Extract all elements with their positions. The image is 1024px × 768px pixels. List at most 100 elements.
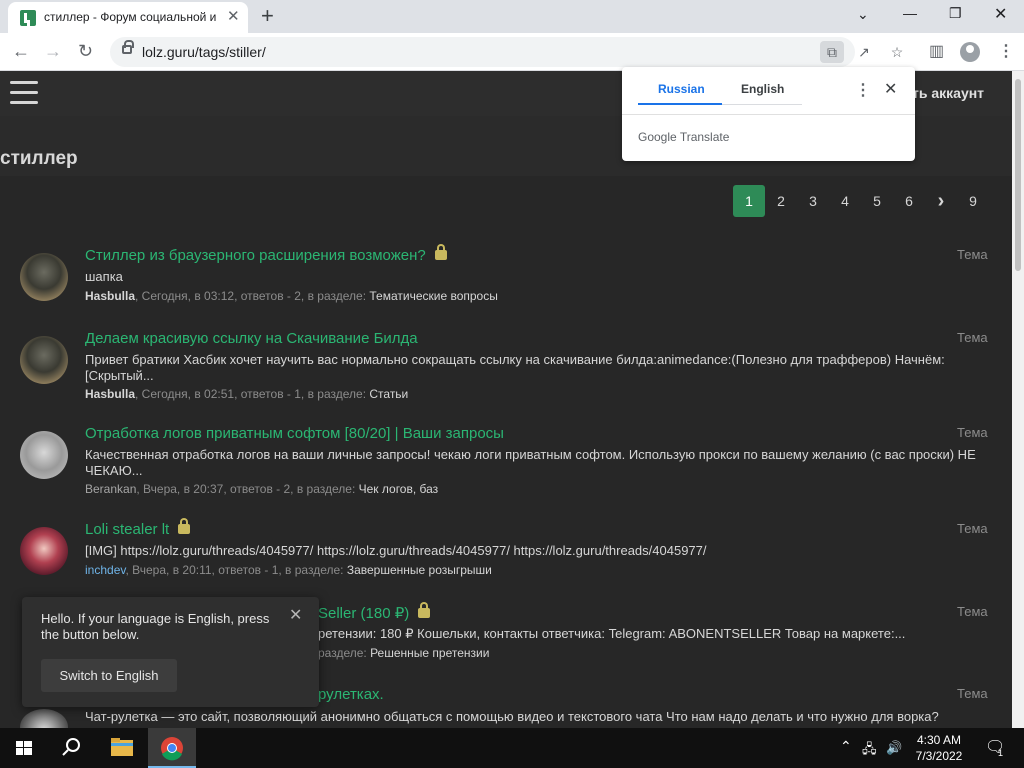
thread-author[interactable]: inchdev: [85, 563, 125, 577]
thread-forum[interactable]: Завершенные розыгрыши: [347, 563, 492, 577]
thread-type: Тема: [957, 686, 988, 701]
language-notice: Hello. If your language is English, pres…: [22, 597, 319, 707]
thread-snippet: шапка: [85, 269, 123, 284]
network-icon[interactable]: 🖧: [862, 740, 877, 762]
thread-forum[interactable]: Тематические вопросы: [369, 289, 497, 303]
avatar[interactable]: [20, 336, 68, 384]
tab-search-icon[interactable]: ⌄: [857, 6, 869, 23]
lock-icon: [418, 602, 431, 618]
translate-options-icon[interactable]: ⋮: [855, 80, 871, 100]
thread-meta: Berankan, Вчера, в 20:37, ответов - 2, в…: [85, 482, 439, 496]
browser-tabstrip: стиллер - Форум социальной и ✕ + ⌄ — ❐ ✕: [0, 0, 1024, 33]
address-bar[interactable]: lolz.guru/tags/stiller/ ⧉ ↗ ☆: [110, 37, 903, 67]
notice-close-icon[interactable]: ✕: [289, 605, 302, 625]
system-clock[interactable]: 4:30 AM 7/3/2022: [904, 732, 974, 764]
chrome-taskbar-button[interactable]: [148, 728, 196, 768]
forward-arrow-icon[interactable]: →: [44, 40, 62, 62]
share-icon[interactable]: ↗: [852, 41, 876, 63]
next-page-chevron-icon[interactable]: ›: [925, 185, 957, 217]
chrome-menu-icon[interactable]: ⋮: [998, 41, 1014, 63]
avatar[interactable]: [20, 709, 68, 728]
avatar[interactable]: [20, 527, 68, 575]
avatar[interactable]: [20, 253, 68, 301]
thread-meta: Hasbulla, Сегодня, в 02:51, ответов - 1,…: [85, 387, 409, 401]
clock-time: 4:30 AM: [916, 733, 962, 747]
search-icon: [62, 738, 80, 756]
thread-snippet: Качественная отработка логов на ваши лич…: [85, 447, 976, 478]
url-text[interactable]: lolz.guru/tags/stiller/: [142, 44, 266, 60]
windows-taskbar: ⌃ 🖧 🔊 4:30 AM 7/3/2022 🗨 1: [0, 728, 1024, 768]
thread-forum[interactable]: Статьи: [369, 387, 408, 401]
lock-icon: [178, 518, 191, 534]
folder-icon: [111, 738, 133, 756]
thread-title[interactable]: Стиллер из браузерного расширения возмож…: [85, 244, 447, 264]
thread-author[interactable]: Berankan: [85, 482, 136, 496]
thread-forum[interactable]: Чек логов, баз: [359, 482, 439, 496]
thread-title[interactable]: Loli stealer lt: [85, 518, 191, 538]
thread-title[interactable]: Seller (180 ₽): [318, 602, 431, 622]
thread-snippet: Чат-рулетка — это сайт, позволяющий анон…: [85, 709, 939, 724]
page-link[interactable]: 6: [893, 185, 925, 217]
thread-meta: разделе: Решенные претензии: [318, 646, 490, 660]
lock-icon: [434, 244, 447, 260]
profile-avatar-icon[interactable]: [960, 42, 980, 62]
reload-icon[interactable]: ↻: [78, 40, 93, 62]
new-tab-icon[interactable]: +: [261, 4, 274, 28]
translate-close-icon[interactable]: ✕: [884, 79, 897, 99]
page-link[interactable]: 4: [829, 185, 861, 217]
tab-title: стиллер - Форум социальной и: [44, 10, 217, 24]
thread-author[interactable]: Hasbulla: [85, 289, 135, 303]
back-arrow-icon[interactable]: ←: [12, 40, 30, 62]
side-panel-icon[interactable]: ▥: [929, 41, 944, 63]
thread-forum[interactable]: Решенные претензии: [370, 646, 489, 660]
page-link[interactable]: 1: [733, 185, 765, 217]
volume-icon[interactable]: 🔊: [886, 740, 902, 756]
thread-type: Тема: [957, 425, 988, 440]
thread-title[interactable]: Делаем красивую ссылку на Скачивание Бил…: [85, 330, 418, 347]
page-link[interactable]: 5: [861, 185, 893, 217]
translate-popup: Russian English ⋮ ✕ Google Translate: [622, 67, 915, 161]
search-button[interactable]: [48, 728, 96, 768]
switch-to-english-button[interactable]: Switch to English: [41, 659, 177, 692]
tab-close-icon[interactable]: ✕: [227, 9, 240, 25]
chrome-icon: [161, 737, 183, 761]
avatar[interactable]: [20, 431, 68, 479]
lock-icon[interactable]: [122, 40, 134, 54]
thread-title[interactable]: рулетках.: [318, 686, 384, 703]
thread-snippet: [IMG] https://lolz.guru/threads/4045977/…: [85, 543, 707, 558]
window-close-icon[interactable]: ✕: [994, 4, 1007, 24]
notice-text: Hello. If your language is English, pres…: [41, 611, 270, 642]
translate-tab-english[interactable]: English: [741, 82, 784, 96]
thread-snippet: ретензии: 180 ₽ Кошельки, контакты ответ…: [318, 626, 906, 641]
thread-type: Тема: [957, 330, 988, 345]
page-title: стиллер: [0, 148, 78, 169]
hamburger-menu-icon[interactable]: [10, 81, 38, 104]
minimize-icon[interactable]: —: [903, 5, 917, 21]
browser-toolbar: ← → ↻ lolz.guru/tags/stiller/ ⧉ ↗ ☆ ▥ ⋮: [0, 33, 1024, 71]
clock-date: 7/3/2022: [915, 749, 963, 763]
translate-icon[interactable]: ⧉: [820, 41, 844, 63]
page-link[interactable]: 9: [957, 185, 989, 217]
translate-tab-russian[interactable]: Russian: [658, 82, 705, 96]
thread-meta: inchdev, Вчера, в 20:11, ответов - 1, в …: [85, 563, 492, 577]
notification-count: 1: [998, 748, 1004, 758]
restore-icon[interactable]: ❐: [949, 5, 962, 22]
bookmark-star-icon[interactable]: ☆: [885, 41, 909, 63]
start-button[interactable]: [0, 728, 48, 768]
thread-type: Тема: [957, 247, 988, 262]
page-link[interactable]: 2: [765, 185, 797, 217]
page-scrollbar[interactable]: [1012, 71, 1024, 728]
thread-snippet: Привет братики Хасбик хочет научить вас …: [85, 352, 945, 383]
thread-author[interactable]: Hasbulla: [85, 387, 135, 401]
translate-divider: [622, 114, 915, 115]
thread-meta: Hasbulla, Сегодня, в 03:12, ответов - 2,…: [85, 289, 498, 303]
windows-logo-icon: [16, 741, 32, 755]
file-explorer-button[interactable]: [98, 728, 146, 768]
translate-tab-indicator: [638, 103, 722, 105]
account-link[interactable]: ть аккаунт: [912, 85, 984, 101]
thread-title[interactable]: Отработка логов приватным софтом [80/20]…: [85, 425, 504, 442]
browser-tab[interactable]: стиллер - Форум социальной и ✕: [8, 2, 248, 33]
page-link[interactable]: 3: [797, 185, 829, 217]
tray-chevron-icon[interactable]: ⌃: [840, 738, 852, 755]
scrollbar-thumb[interactable]: [1015, 79, 1021, 271]
